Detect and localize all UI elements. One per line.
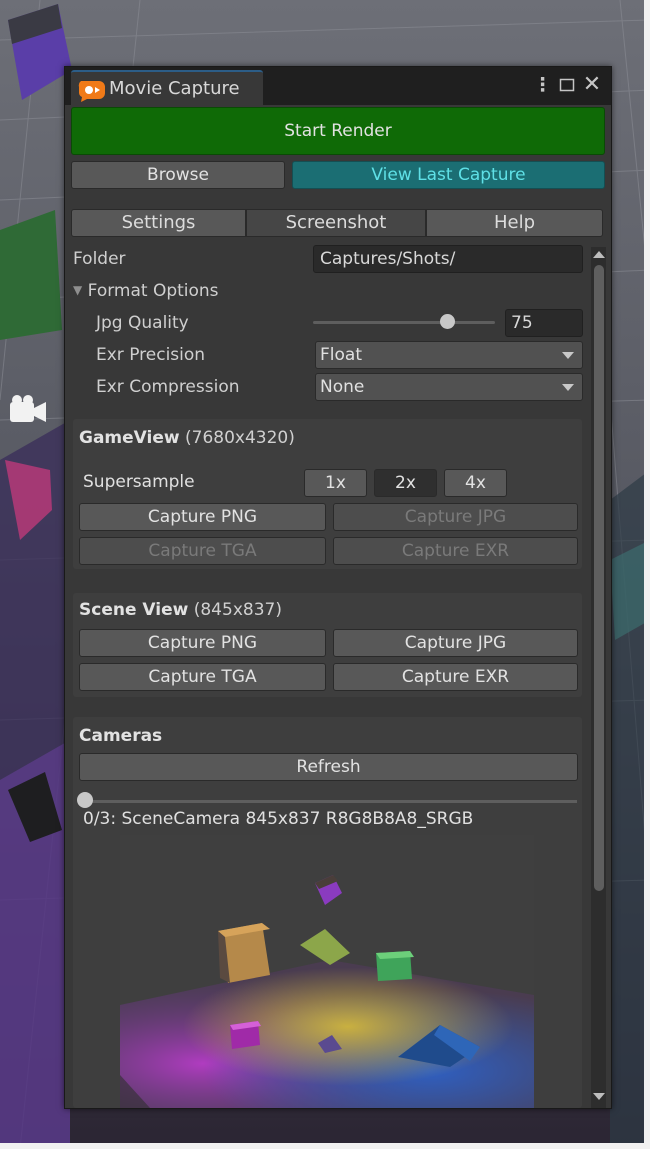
exr-precision-dropdown[interactable]: Float	[315, 341, 583, 369]
camera-preview-image	[120, 835, 534, 1108]
exr-compression-value: None	[320, 377, 365, 397]
tab-help[interactable]: Help	[426, 209, 603, 237]
folder-field[interactable]: Captures/Shots/	[313, 245, 583, 273]
gameview-capture-tga-button[interactable]: Capture TGA	[79, 537, 326, 565]
foldout-arrow-icon: ▼	[73, 283, 83, 297]
format-options-label: Format Options	[87, 281, 219, 301]
tab-screenshot[interactable]: Screenshot	[246, 209, 426, 237]
scrollbar-thumb[interactable]	[594, 265, 604, 891]
vertical-scrollbar[interactable]	[591, 247, 606, 1108]
refresh-button[interactable]: Refresh	[79, 753, 578, 781]
gameview-title: GameView	[79, 428, 180, 448]
camera-info-label: 0/3: SceneCamera 845x837 R8G8B8A8_SRGB	[83, 809, 474, 829]
jpg-quality-slider-thumb[interactable]	[440, 314, 455, 329]
supersample-2x-button[interactable]: 2x	[374, 469, 437, 497]
exr-compression-label: Exr Compression	[96, 377, 240, 397]
gameview-header: GameView (7680x4320)	[79, 428, 295, 448]
jpg-quality-label: Jpg Quality	[96, 313, 189, 333]
format-options-foldout[interactable]: ▼ Format Options	[73, 281, 219, 301]
chevron-down-icon	[562, 384, 574, 391]
start-render-button[interactable]: Start Render	[71, 107, 605, 155]
gameview-panel: GameView (7680x4320) Supersample 1x 2x 4…	[73, 419, 582, 569]
view-last-capture-button[interactable]: View Last Capture	[292, 161, 605, 189]
maximize-icon[interactable]	[557, 74, 577, 96]
exr-precision-label: Exr Precision	[96, 345, 206, 365]
camera-index-slider-thumb[interactable]	[77, 792, 93, 808]
supersample-1x-button[interactable]: 1x	[304, 469, 367, 497]
gameview-capture-png-button[interactable]: Capture PNG	[79, 503, 326, 531]
exr-precision-value: Float	[320, 345, 362, 365]
sceneview-title: Scene View	[79, 600, 189, 620]
kebab-menu-icon[interactable]: ⋮	[533, 74, 552, 96]
scroll-up-arrow-icon[interactable]	[593, 251, 605, 258]
sceneview-capture-png-button[interactable]: Capture PNG	[79, 629, 326, 657]
movie-capture-logo-icon	[78, 81, 105, 102]
movie-capture-window: Movie Capture ⋮ ✕ Start Render Browse Vi…	[64, 66, 612, 1109]
gameview-capture-jpg-button[interactable]: Capture JPG	[333, 503, 578, 531]
sceneview-header: Scene View (845x837)	[79, 600, 282, 620]
window-tab[interactable]: Movie Capture	[71, 70, 263, 105]
window-title: Movie Capture	[109, 78, 240, 99]
gameview-resolution: (7680x4320)	[185, 428, 295, 448]
cameras-header: Cameras	[79, 726, 162, 746]
tab-settings[interactable]: Settings	[71, 209, 246, 237]
jpg-quality-field[interactable]: 75	[505, 309, 583, 337]
exr-compression-dropdown[interactable]: None	[315, 373, 583, 401]
scroll-down-arrow-icon[interactable]	[593, 1093, 605, 1100]
sceneview-capture-tga-button[interactable]: Capture TGA	[79, 663, 326, 691]
sceneview-capture-exr-button[interactable]: Capture EXR	[333, 663, 578, 691]
sceneview-panel: Scene View (845x837) Capture PNG Capture…	[73, 593, 582, 697]
mode-tabs: Settings Screenshot Help	[71, 209, 603, 237]
browse-button[interactable]: Browse	[71, 161, 285, 189]
supersample-4x-button[interactable]: 4x	[444, 469, 507, 497]
jpg-quality-slider[interactable]	[313, 321, 495, 324]
gameview-capture-exr-button[interactable]: Capture EXR	[333, 537, 578, 565]
sceneview-capture-jpg-button[interactable]: Capture JPG	[333, 629, 578, 657]
close-icon[interactable]: ✕	[581, 74, 603, 96]
chevron-down-icon	[562, 352, 574, 359]
supersample-label: Supersample	[83, 472, 195, 492]
cameras-title: Cameras	[79, 726, 163, 746]
window-titlebar: Movie Capture ⋮ ✕	[65, 67, 611, 105]
folder-label: Folder	[73, 249, 126, 269]
camera-index-slider[interactable]	[81, 800, 577, 803]
sceneview-resolution: (845x837)	[193, 600, 282, 620]
